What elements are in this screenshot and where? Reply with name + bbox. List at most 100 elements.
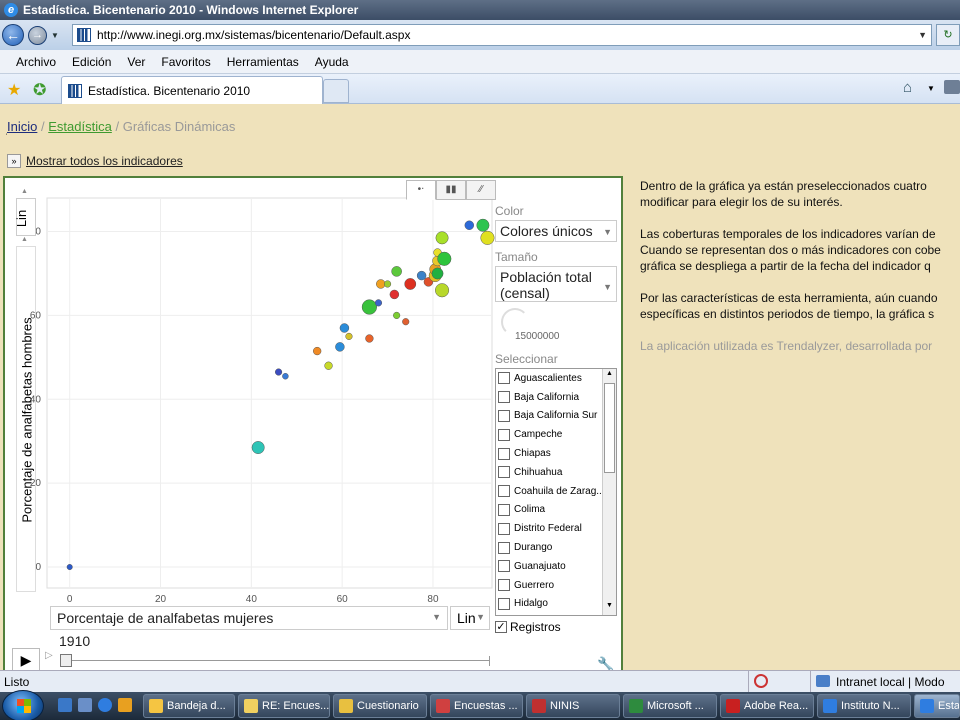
data-point[interactable] [275, 368, 283, 376]
print-icon[interactable] [944, 80, 960, 94]
data-point[interactable] [313, 346, 322, 356]
list-item[interactable]: Guerrero [496, 576, 616, 595]
double-chevron-icon[interactable]: » [7, 154, 21, 168]
taskbar-button[interactable]: RE: Encues... [238, 694, 330, 718]
y-axis-selector[interactable]: Porcentaje de analfabetas hombres [16, 246, 36, 592]
x-scale-selector[interactable]: Lin ▼ [450, 606, 490, 630]
data-point[interactable] [66, 564, 73, 571]
data-point[interactable] [251, 441, 265, 454]
taskbar-button[interactable]: Encuestas ... [430, 694, 523, 718]
size-selector[interactable]: Población total (censal) ▼ [495, 266, 617, 302]
play-button[interactable]: ▶ [12, 648, 40, 670]
menu-archivo[interactable]: Archivo [8, 55, 64, 69]
taskbar-button[interactable]: Microsoft ... [623, 694, 717, 718]
data-point[interactable] [339, 323, 350, 333]
taskbar-button[interactable]: Cuestionario [333, 694, 427, 718]
menu-edicion[interactable]: Edición [64, 55, 119, 69]
checkbox[interactable] [498, 391, 510, 404]
checkbox[interactable] [498, 447, 510, 460]
forward-button[interactable]: → [28, 25, 47, 45]
list-item[interactable]: Guanajuato [496, 557, 616, 576]
checkbox[interactable] [498, 428, 510, 441]
checkbox[interactable] [498, 372, 510, 385]
data-point[interactable] [374, 299, 383, 307]
registros-checkbox[interactable]: ✓ [495, 621, 507, 633]
data-point[interactable] [431, 267, 444, 280]
menu-favoritos[interactable]: Favoritos [153, 55, 218, 69]
data-point[interactable] [416, 270, 427, 281]
favorites-star-icon[interactable]: ★ [7, 80, 21, 100]
data-point[interactable] [402, 318, 410, 326]
menu-herramientas[interactable]: Herramientas [219, 55, 307, 69]
breadcrumb-section-link[interactable]: Estadística [48, 119, 112, 134]
taskbar-button[interactable]: Instituto N... [817, 694, 911, 718]
registros-toggle[interactable]: ✓ Registros [495, 620, 561, 634]
browser-tab[interactable]: Estadística. Bicentenario 2010 [61, 76, 323, 104]
state-select-list[interactable]: Aguascalientes Baja California Baja Cali… [495, 368, 617, 616]
start-button[interactable] [2, 690, 44, 720]
scroll-up-icon[interactable]: ▲ [604, 370, 615, 382]
list-item[interactable]: Baja California [496, 388, 616, 407]
home-icon[interactable]: ⌂ [903, 79, 912, 96]
y-scale-selector[interactable]: Lin [14, 198, 36, 236]
list-item[interactable]: Durango [496, 538, 616, 557]
ie-quicklaunch-icon[interactable] [98, 698, 112, 712]
data-point[interactable] [435, 231, 449, 245]
address-bar[interactable]: http://www.inegi.org.mx/sistemas/bicente… [72, 24, 932, 46]
data-point[interactable] [345, 332, 353, 340]
checkbox[interactable] [498, 466, 510, 479]
list-item[interactable]: Colima [496, 501, 616, 520]
time-slider-track[interactable] [60, 660, 490, 661]
refresh-button[interactable]: ↻ [936, 24, 960, 46]
home-dropdown-icon[interactable]: ▼ [927, 84, 935, 93]
add-favorites-icon[interactable]: ✪ [33, 80, 46, 100]
bubble-view-tab[interactable]: •‧ [406, 180, 436, 200]
line-view-tab[interactable]: ∕∕ [466, 180, 496, 200]
data-point[interactable] [282, 372, 289, 380]
show-all-label[interactable]: Mostrar todos los indicadores [26, 154, 183, 168]
show-all-indicators[interactable]: » Mostrar todos los indicadores [7, 154, 183, 168]
list-item[interactable]: Chihuahua [496, 463, 616, 482]
data-point[interactable] [476, 218, 490, 232]
data-point[interactable] [335, 342, 345, 352]
data-point[interactable] [324, 361, 333, 370]
color-selector[interactable]: Colores únicos ▼ [495, 220, 617, 242]
data-point[interactable] [391, 266, 402, 277]
data-point[interactable] [376, 279, 386, 289]
data-point[interactable] [480, 230, 495, 245]
address-dropdown-icon[interactable]: ▼ [918, 30, 927, 40]
list-item[interactable]: Chiapas [496, 444, 616, 463]
menu-ayuda[interactable]: Ayuda [307, 55, 357, 69]
checkbox[interactable] [498, 579, 510, 592]
scroll-thumb[interactable] [604, 383, 615, 473]
address-url[interactable]: http://www.inegi.org.mx/sistemas/bicente… [97, 28, 410, 42]
data-point[interactable] [383, 280, 392, 288]
x-axis-selector[interactable]: Porcentaje de analfabetas mujeres ▼ [50, 606, 448, 630]
breadcrumb-home-link[interactable]: Inicio [7, 119, 37, 134]
checkbox[interactable] [498, 409, 510, 422]
quicklaunch-icon[interactable] [118, 698, 132, 712]
menu-ver[interactable]: Ver [119, 55, 153, 69]
checkbox[interactable] [498, 485, 510, 498]
taskbar-button[interactable]: Adobe Rea... [720, 694, 814, 718]
security-icon[interactable] [754, 674, 768, 688]
data-point[interactable] [365, 334, 374, 343]
data-point[interactable] [404, 278, 417, 290]
back-button[interactable]: ← [2, 24, 24, 46]
list-item[interactable]: Campeche [496, 425, 616, 444]
data-point[interactable] [464, 220, 475, 230]
list-item[interactable]: Distrito Federal [496, 519, 616, 538]
time-slider-handle[interactable] [60, 654, 72, 667]
data-point[interactable] [389, 289, 400, 300]
taskbar-button[interactable]: Esta [914, 694, 960, 718]
data-point[interactable] [435, 283, 450, 298]
bar-view-tab[interactable]: ▮▮ [436, 180, 466, 200]
list-item[interactable]: Hidalgo [496, 595, 616, 614]
data-point[interactable] [361, 299, 377, 315]
data-point[interactable] [437, 251, 452, 266]
new-tab-button[interactable] [323, 79, 349, 103]
speed-control-icon[interactable]: ▷ [45, 650, 53, 661]
list-item[interactable]: Coahuila de Zarag... [496, 482, 616, 501]
checkbox[interactable] [498, 597, 510, 610]
switch-windows-icon[interactable] [78, 698, 92, 712]
